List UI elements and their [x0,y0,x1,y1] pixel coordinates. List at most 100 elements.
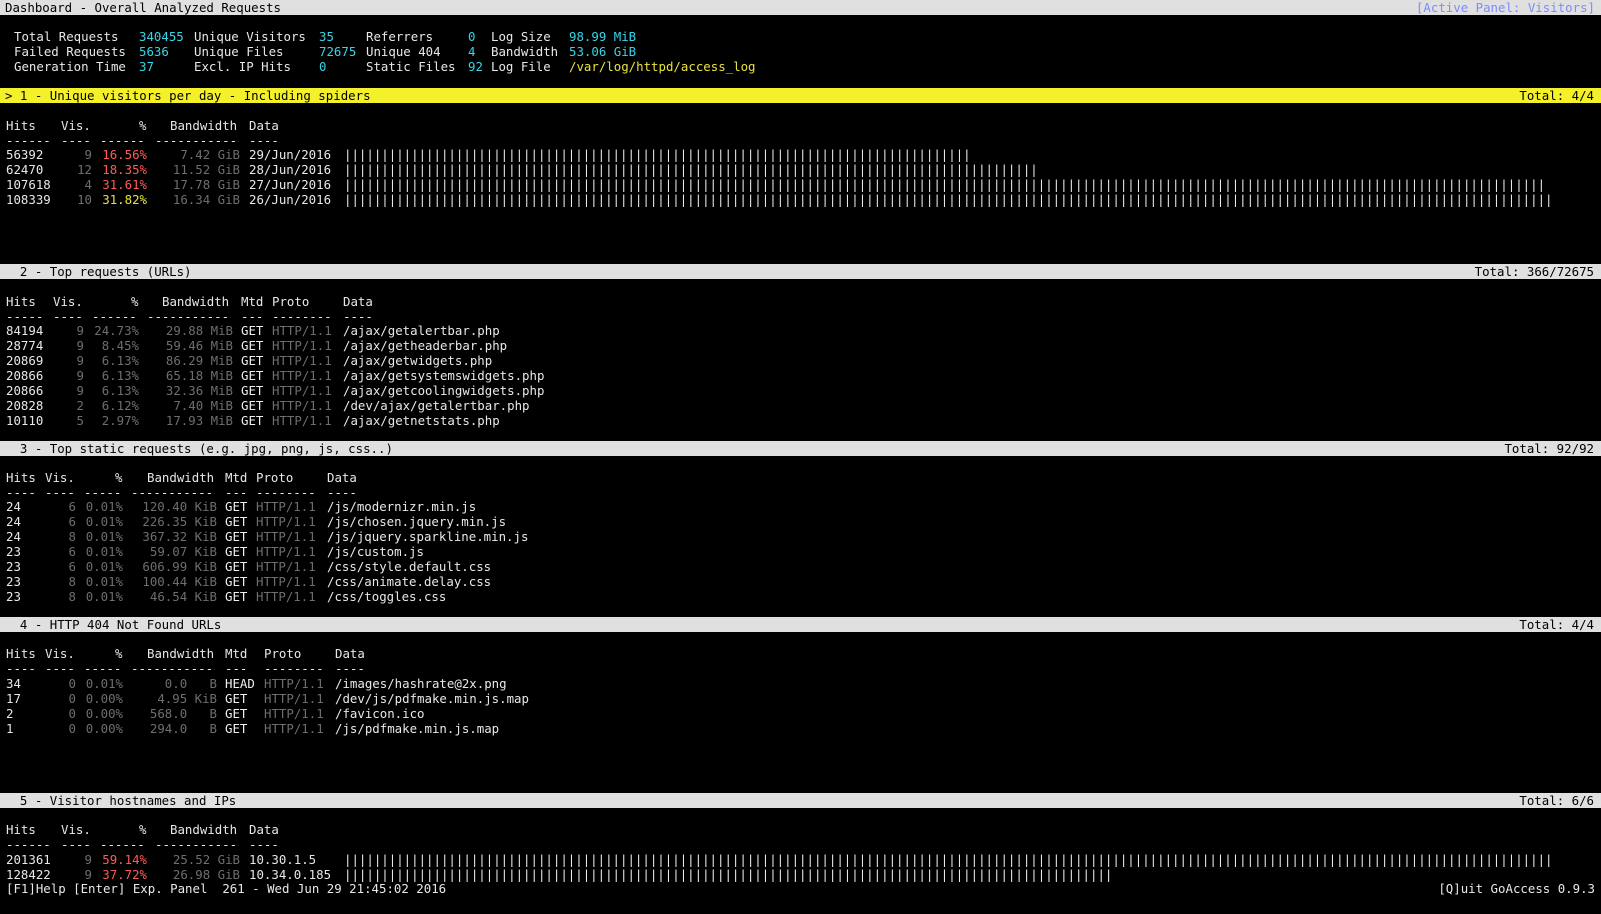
row-percent: 0.00% [85,691,123,706]
generation-time-value: 37 [139,59,154,74]
table-row[interactable]: 17 0 0.00% 4.95 KiB GET HTTP/1.1/dev/js/pdfma… [0,691,1601,706]
table-row[interactable]: 20869 9 6.13% 86.29 MiB GET HTTP/1.1/ajax/get… [0,353,1601,368]
excl-ip-hits-value: 0 [319,59,327,74]
row-bandwidth: 46.54 KiB [149,589,217,604]
row-bandwidth: 65.18 MiB [165,368,233,383]
table-row[interactable]: 84194 9 24.73% 29.88 MiB GET HTTP/1.1/ajax/ge… [0,323,1601,338]
dash-hits: ------ [6,837,51,852]
panel-hosts-total: Total: 6/6 [1519,793,1594,808]
row-method: GET [225,499,248,514]
table-row[interactable]: 62470 12 18.35% 11.52 GiB 28/Jun/2016 |||||||… [0,162,1601,177]
row-protocol: HTTP/1.1 [256,589,316,604]
failed-requests-label: Failed Requests [14,44,126,59]
panel-404-title: 4 - HTTP 404 Not Found URLs [5,617,222,632]
table-row[interactable]: 108339 10 31.82% 16.34 GiB 26/Jun/2016 ||||||… [0,192,1601,207]
referrers-label: Referrers [366,29,434,44]
dash-vis: ---- [61,837,91,852]
dash-mtd: --- [225,485,248,500]
row-bandwidth: 0.0 B [164,676,217,691]
table-row[interactable]: 10110 5 2.97% 17.93 MiB GET HTTP/1.1/ajax/get… [0,413,1601,428]
table-row[interactable]: 107618 4 31.61% 17.78 GiB 27/Jun/2016 |||||||… [0,177,1601,192]
table-row[interactable]: 28774 9 8.45% 59.46 MiB GET HTTP/1.1/ajax/get… [0,338,1601,353]
row-visitors: 9 [76,368,84,383]
row-hits: 84194 [6,323,44,338]
row-bar-graph: ||||||||||||||||||||||||||||||||||||||||… [344,177,1546,192]
row-visitors: 0 [68,721,76,736]
static-files-value: 92 [468,59,483,74]
row-data: /ajax/getwidgets.php [343,353,493,368]
table-row[interactable]: 23 6 0.01% 59.07 KiB GET HTTP/1.1/js/custom.j… [0,544,1601,559]
table-row[interactable]: 56392 9 16.56% 7.42 GiB 29/Jun/2016 |||||||||… [0,147,1601,162]
table-row[interactable]: 24 6 0.01% 226.35 KiB GET HTTP/1.1/js/chosen.… [0,514,1601,529]
row-hits: 23 [6,589,21,604]
col-mtd: Mtd [225,470,248,485]
row-bandwidth: 568.0 B [149,706,217,721]
row-visitors: 6 [68,514,76,529]
bandwidth-value: 53.06 GiB [569,44,637,59]
row-hits: 20869 [6,353,44,368]
row-method: GET [225,589,248,604]
row-data: /js/jquery.sparkline.min.js [327,529,529,544]
row-data: /js/pdfmake.min.js.map [335,721,500,736]
col-bandwidth: Bandwidth [170,118,238,133]
table-row[interactable]: 1 0 0.00% 294.0 B GET HTTP/1.1/js/pdfmake.min… [0,721,1601,736]
col-data: Data [249,822,279,837]
row-data: /images/hashrate@2x.png [335,676,507,691]
dash-pct: ------ [100,133,145,148]
row-bandwidth: 32.36 MiB [165,383,233,398]
row-protocol: HTTP/1.1 [272,413,332,428]
dash-hits: ----- [6,309,44,324]
row-bandwidth: 29.88 MiB [165,323,233,338]
table-row[interactable]: 24 6 0.01% 120.40 KiB GET HTTP/1.1/js/moderni… [0,499,1601,514]
table-row[interactable]: 2 0 0.00% 568.0 B GET HTTP/1.1/favicon.ico [0,706,1601,721]
row-percent: 0.01% [85,544,123,559]
static-files-label: Static Files [366,59,456,74]
row-hits: 10110 [6,413,44,428]
unique-404-label: Unique 404 [366,44,441,59]
dash-bandwidth: ----------- [155,133,238,148]
panel-visitors-title: > 1 - Unique visitors per day - Includin… [5,88,371,103]
dash-pct: ----- [84,485,122,500]
table-row[interactable]: 20866 9 6.13% 32.36 MiB GET HTTP/1.1/ajax/get… [0,383,1601,398]
dash-data: ---- [327,485,357,500]
row-protocol: HTTP/1.1 [272,398,332,413]
row-bandwidth: 59.07 KiB [149,544,217,559]
row-data: /ajax/getheaderbar.php [343,338,508,353]
dash-vis: ---- [61,133,91,148]
table-row[interactable]: 23 8 0.01% 100.44 KiB GET HTTP/1.1/css/animat… [0,574,1601,589]
visitors-column-dashes: ------ ---- ------ ----------- ---- [0,133,1601,148]
row-bandwidth: 59.46 MiB [165,338,233,353]
col-pct: % [139,118,147,133]
row-method: GET [241,368,264,383]
col-hits: Hits [6,118,36,133]
panel-visitors-header[interactable]: > 1 - Unique visitors per day - Includin… [0,88,1601,103]
panel-hosts-header[interactable]: 5 - Visitor hostnames and IPs Total: 6/6 [0,793,1601,808]
row-bandwidth: 606.99 KiB [142,559,217,574]
panel-visitors-total: Total: 4/4 [1519,88,1594,103]
col-bandwidth: Bandwidth [147,470,215,485]
panel-requests-header[interactable]: 2 - Top requests (URLs) Total: 366/72675 [0,264,1601,279]
table-row[interactable]: 24 8 0.01% 367.32 KiB GET HTTP/1.1/js/jquery.… [0,529,1601,544]
table-row[interactable]: 20866 9 6.13% 65.18 MiB GET HTTP/1.1/ajax/get… [0,368,1601,383]
panel-static-header[interactable]: 3 - Top static requests (e.g. jpg, png, … [0,441,1601,456]
table-row[interactable]: 20828 2 6.12% 7.40 MiB GET HTTP/1.1/dev/ajax/… [0,398,1601,413]
panel-404-header[interactable]: 4 - HTTP 404 Not Found URLs Total: 4/4 [0,617,1601,632]
row-percent: 6.13% [101,383,139,398]
table-row[interactable]: 201361 9 59.14% 25.52 GiB 10.30.1.5 |||||||||… [0,852,1601,867]
row-protocol: HTTP/1.1 [272,323,332,338]
col-proto: Proto [272,294,310,309]
col-bandwidth: Bandwidth [162,294,230,309]
table-row[interactable]: 23 8 0.01% 46.54 KiB GET HTTP/1.1/css/toggles… [0,589,1601,604]
row-percent: 24.73% [94,323,139,338]
table-row[interactable]: 34 0 0.01% 0.0 B HEAD HTTP/1.1/images/hashrat… [0,676,1601,691]
row-data: /css/style.default.css [327,559,492,574]
row-data: /ajax/getsystemswidgets.php [343,368,545,383]
row-protocol: HTTP/1.1 [256,514,316,529]
row-method: GET [241,398,264,413]
row-data: /css/animate.delay.css [327,574,492,589]
col-data: Data [343,294,373,309]
row-protocol: HTTP/1.1 [272,368,332,383]
row-method: GET [225,706,248,721]
table-row[interactable]: 23 6 0.01% 606.99 KiB GET HTTP/1.1/css/style.… [0,559,1601,574]
table-row[interactable]: 128422 9 37.72% 26.98 GiB 10.34.0.185 |||||||… [0,867,1601,882]
